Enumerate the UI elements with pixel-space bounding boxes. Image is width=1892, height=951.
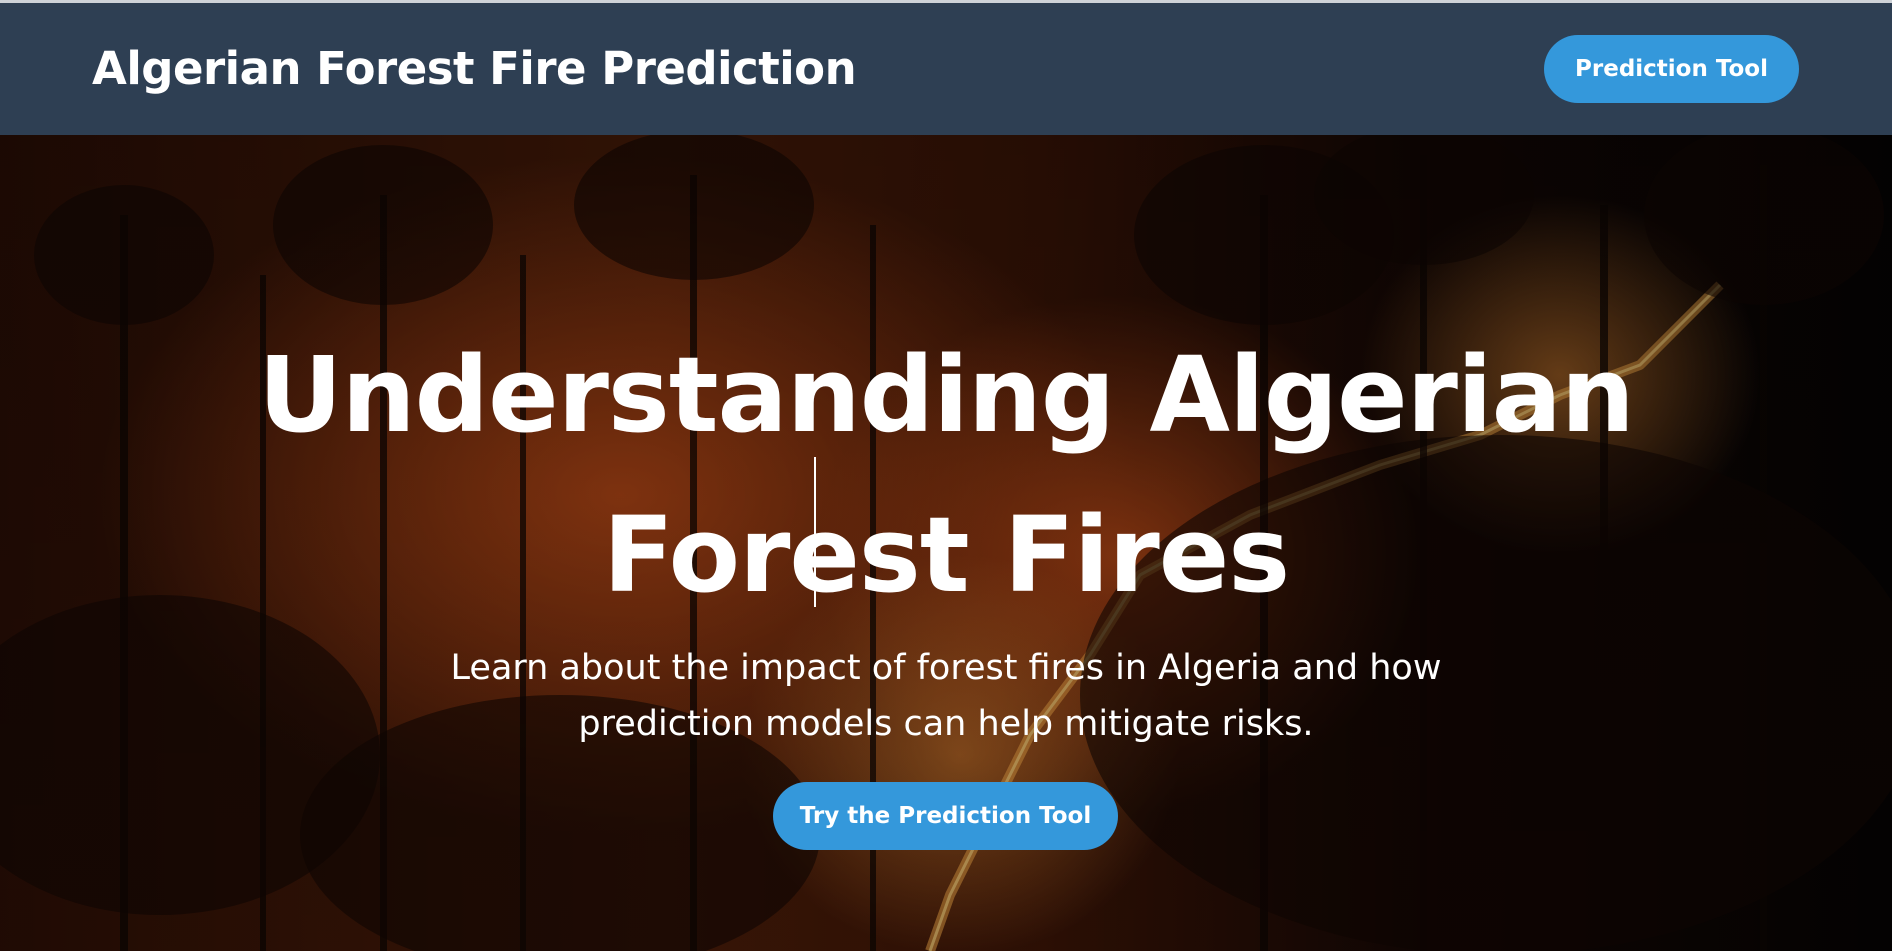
prediction-tool-nav-button[interactable]: Prediction Tool [1544,35,1799,103]
text-cursor [814,457,816,607]
hero-subtitle: Learn about the impact of forest fires i… [450,648,1442,744]
site-brand[interactable]: Algerian Forest Fire Prediction [92,37,857,101]
hero-section: Understanding Algerian Forest Fires Lear… [0,135,1892,951]
hero-title: Understanding Algerian Forest Fires [258,334,1635,616]
try-prediction-tool-button[interactable]: Try the Prediction Tool [773,782,1118,850]
hero-content: Understanding Algerian Forest Fires Lear… [0,135,1892,951]
page: Algerian Forest Fire Prediction Predicti… [0,0,1892,951]
navbar: Algerian Forest Fire Prediction Predicti… [0,3,1892,135]
